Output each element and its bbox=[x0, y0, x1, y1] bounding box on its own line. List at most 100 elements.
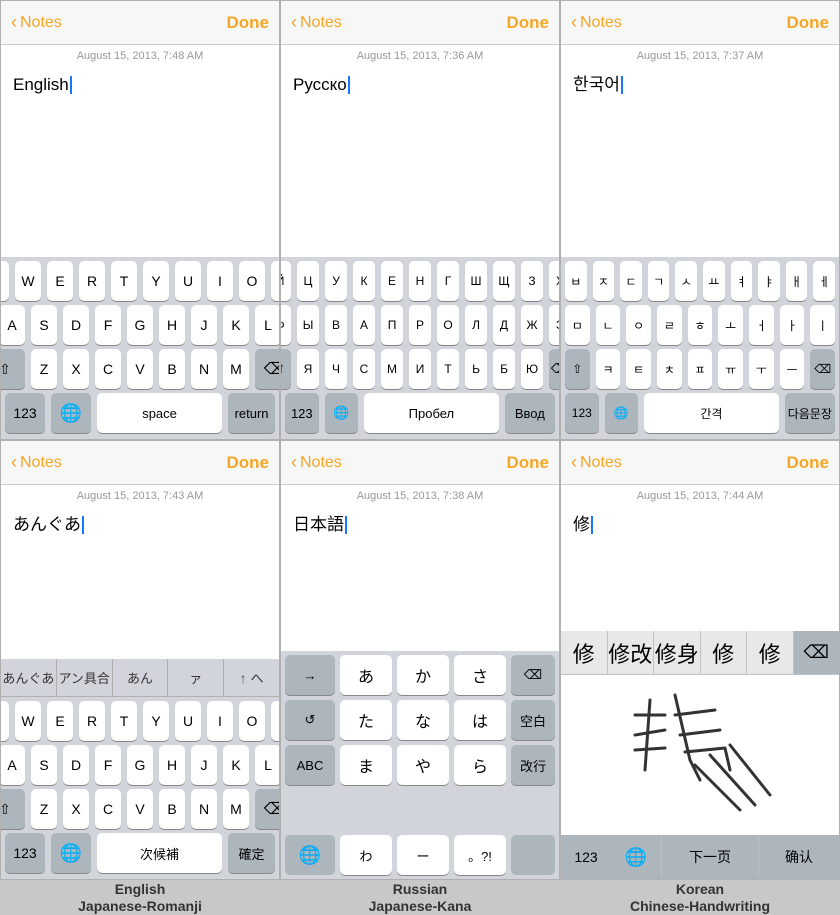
globe-key[interactable]: 🌐 bbox=[605, 393, 639, 433]
key-F[interactable]: F bbox=[95, 305, 121, 345]
delete-key[interactable]: ⌫ bbox=[549, 349, 560, 389]
key-ㅐ[interactable]: ㅐ bbox=[786, 261, 808, 301]
suggestion-2[interactable]: あん bbox=[113, 659, 169, 696]
key-H[interactable]: H bbox=[159, 305, 185, 345]
key-M[interactable]: M bbox=[223, 349, 249, 389]
key-Z[interactable]: Z bbox=[31, 349, 57, 389]
note-content-korean[interactable]: 한국어 bbox=[561, 65, 839, 257]
key-ㅜ[interactable]: ㅜ bbox=[749, 349, 774, 389]
num-key[interactable]: 123 bbox=[5, 393, 45, 433]
key-ㄴ[interactable]: ㄴ bbox=[596, 305, 621, 345]
key-У[interactable]: У bbox=[325, 261, 347, 301]
space-key[interactable]: space bbox=[97, 393, 222, 433]
return-key[interactable]: Ввод bbox=[505, 393, 555, 433]
key-N[interactable]: N bbox=[191, 789, 217, 829]
note-content-chinese-handwriting[interactable]: 修 bbox=[561, 505, 839, 631]
key-D[interactable]: D bbox=[63, 305, 89, 345]
key-Г[interactable]: Г bbox=[437, 261, 459, 301]
num-key[interactable]: 123 bbox=[285, 393, 319, 433]
key-L[interactable]: L bbox=[255, 745, 280, 785]
key-S[interactable]: S bbox=[31, 305, 57, 345]
key-P[interactable]: P bbox=[271, 701, 280, 741]
key-А[interactable]: А bbox=[353, 305, 375, 345]
back-button-english[interactable]: ‹ Notes bbox=[11, 12, 62, 33]
space-key[interactable]: Пробел bbox=[364, 393, 498, 433]
key-R[interactable]: R bbox=[79, 701, 105, 741]
key-X[interactable]: X bbox=[63, 349, 89, 389]
back-button-japanese-kana[interactable]: ‹ Notes bbox=[291, 452, 342, 473]
key-E[interactable]: E bbox=[47, 701, 73, 741]
key-O[interactable]: O bbox=[239, 701, 265, 741]
hw-num[interactable]: 123 bbox=[561, 835, 611, 879]
note-content-japanese-romanji[interactable]: あんぐあ bbox=[1, 505, 279, 659]
key-ㅁ[interactable]: ㅁ bbox=[565, 305, 590, 345]
key-ㅍ[interactable]: ㅍ bbox=[688, 349, 713, 389]
space-key[interactable]: 간격 bbox=[644, 393, 778, 433]
key-ㅈ[interactable]: ㅈ bbox=[593, 261, 615, 301]
key-G[interactable]: G bbox=[127, 305, 153, 345]
key-М[interactable]: М bbox=[381, 349, 403, 389]
key-L[interactable]: L bbox=[255, 305, 280, 345]
num-key[interactable]: 123 bbox=[565, 393, 599, 433]
key-T[interactable]: T bbox=[111, 261, 137, 301]
key-Е[interactable]: Е bbox=[381, 261, 403, 301]
hw-char-2[interactable]: 修身 bbox=[654, 631, 701, 674]
convert-key[interactable] bbox=[511, 835, 555, 875]
back-button-russian[interactable]: ‹ Notes bbox=[291, 12, 342, 33]
kana-key-改行[interactable]: 改行 bbox=[511, 745, 555, 785]
key-W[interactable]: W bbox=[15, 701, 41, 741]
key-A[interactable]: A bbox=[0, 745, 25, 785]
key-V[interactable]: V bbox=[127, 789, 153, 829]
key-ㅋ[interactable]: ㅋ bbox=[596, 349, 621, 389]
key-K[interactable]: K bbox=[223, 305, 249, 345]
kana-key-ま[interactable]: ま bbox=[340, 745, 392, 785]
key-Т[interactable]: Т bbox=[437, 349, 459, 389]
key-I[interactable]: I bbox=[207, 701, 233, 741]
kana-key-や[interactable]: や bbox=[397, 745, 449, 785]
shift-key[interactable]: ⇧ bbox=[280, 349, 291, 389]
key-Л[interactable]: Л bbox=[465, 305, 487, 345]
note-content-japanese-kana[interactable]: 日本語 bbox=[281, 505, 559, 651]
kana-key-あ[interactable]: あ bbox=[340, 655, 392, 695]
key-B[interactable]: B bbox=[159, 349, 185, 389]
key-ㅑ[interactable]: ㅑ bbox=[758, 261, 780, 301]
key-T[interactable]: T bbox=[111, 701, 137, 741]
key-Щ[interactable]: Щ bbox=[493, 261, 515, 301]
key-Ч[interactable]: Ч bbox=[325, 349, 347, 389]
back-button-chinese-handwriting[interactable]: ‹ Notes bbox=[571, 452, 622, 473]
hw-confirm[interactable]: 确认 bbox=[759, 835, 839, 879]
key-П[interactable]: П bbox=[381, 305, 403, 345]
space-key[interactable]: わ bbox=[340, 835, 392, 875]
hw-canvas[interactable] bbox=[561, 675, 839, 835]
key-J[interactable]: J bbox=[191, 305, 217, 345]
shift-key[interactable]: ⇧ bbox=[565, 349, 590, 389]
key-Х[interactable]: Х bbox=[549, 261, 560, 301]
shift-key[interactable]: ⇧ bbox=[0, 349, 25, 389]
kana-key-空白[interactable]: 空白 bbox=[511, 700, 555, 740]
key-K[interactable]: K bbox=[223, 745, 249, 785]
key-O[interactable]: O bbox=[239, 261, 265, 301]
kana-key-⌫[interactable]: ⌫ bbox=[511, 655, 555, 695]
back-button-korean[interactable]: ‹ Notes bbox=[571, 12, 622, 33]
kana-key-ABC[interactable]: ABC bbox=[285, 745, 335, 785]
key-ㅅ[interactable]: ㅅ bbox=[675, 261, 697, 301]
key-Y[interactable]: Y bbox=[143, 261, 169, 301]
done-button-korean[interactable]: Done bbox=[787, 13, 830, 33]
key-N[interactable]: N bbox=[191, 349, 217, 389]
key-ㄷ[interactable]: ㄷ bbox=[620, 261, 642, 301]
done-button-chinese-handwriting[interactable]: Done bbox=[787, 453, 830, 473]
punct2-key[interactable]: 。?! bbox=[454, 835, 506, 875]
delete-key[interactable]: ⌫ bbox=[810, 349, 835, 389]
key-Ш[interactable]: Ш bbox=[465, 261, 487, 301]
kana-key-さ[interactable]: さ bbox=[454, 655, 506, 695]
key-ㅓ[interactable]: ㅓ bbox=[749, 305, 774, 345]
key-О[interactable]: О bbox=[437, 305, 459, 345]
key-R[interactable]: R bbox=[79, 261, 105, 301]
key-ㅏ[interactable]: ㅏ bbox=[780, 305, 805, 345]
kana-key-↺[interactable]: ↺ bbox=[285, 700, 335, 740]
hw-globe[interactable]: 🌐 bbox=[611, 835, 661, 879]
key-В[interactable]: В bbox=[325, 305, 347, 345]
key-A[interactable]: A bbox=[0, 305, 25, 345]
hw-char-1[interactable]: 修改 bbox=[608, 631, 655, 674]
globe-key[interactable]: 🌐 bbox=[285, 835, 335, 875]
